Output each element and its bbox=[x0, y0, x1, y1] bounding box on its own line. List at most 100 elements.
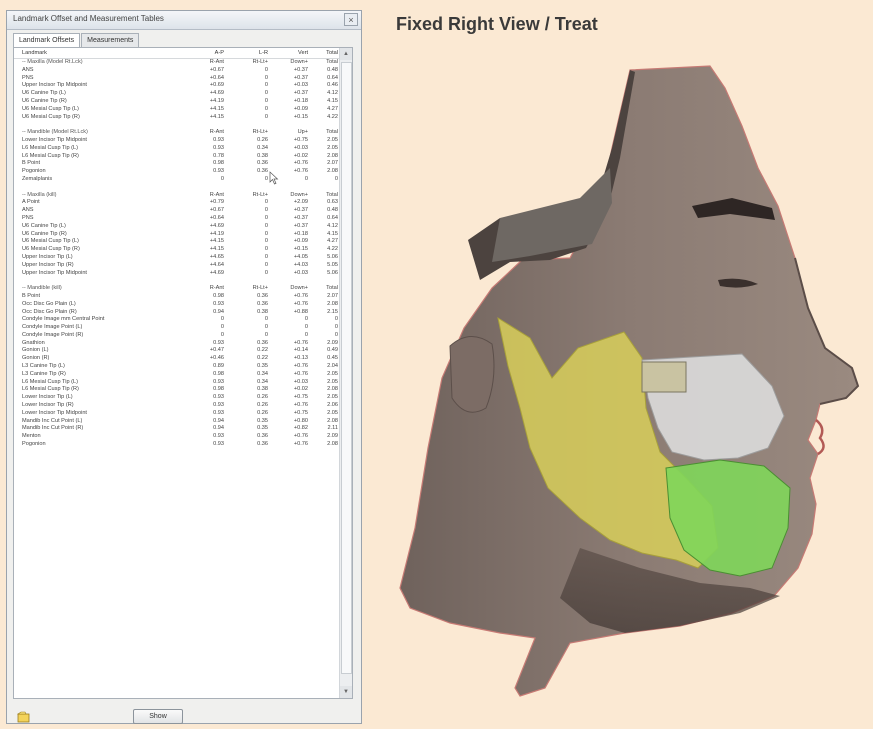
table-row[interactable]: Zemalplanis 0 0 0 0 bbox=[14, 176, 340, 184]
scrollbar-thumb[interactable] bbox=[341, 62, 352, 674]
table-row[interactable]: ANS +0.67 0 +0.37 0.48 bbox=[14, 67, 340, 75]
column-header-landmark[interactable]: Landmark bbox=[22, 48, 162, 58]
table-cell: 0.36 bbox=[257, 339, 268, 346]
table-row[interactable]: Lower Incisor Tip (R) 0.93 0.26 +0.76 2.06 bbox=[14, 402, 340, 410]
face-scan-3d-view[interactable] bbox=[380, 48, 870, 718]
table-cell: 0.38 bbox=[257, 386, 268, 393]
table-cell: 0 bbox=[264, 113, 268, 120]
table-cell: +0.37 bbox=[293, 74, 308, 81]
table-row[interactable]: Mandib Inc Cut Point (R) 0.94 0.35 +0.82 2.1… bbox=[14, 425, 340, 433]
table-cell: 0 bbox=[264, 214, 268, 221]
table-row[interactable]: A Point +0.79 0 +2.09 0.63 bbox=[14, 199, 340, 207]
table-cell: Condyle Image Point (L) bbox=[22, 324, 83, 331]
table-row[interactable]: B Point 0.98 0.36 +0.76 2.07 bbox=[14, 293, 340, 301]
table-cell: 2.06 bbox=[327, 402, 338, 409]
table-row[interactable]: Gnathion 0.93 0.36 +0.76 2.09 bbox=[14, 340, 340, 348]
table-cell: +4.69 bbox=[209, 222, 224, 229]
table-cell: +4.69 bbox=[209, 269, 224, 276]
export-icon[interactable] bbox=[17, 711, 31, 723]
table-row[interactable]: Condyle Image mm Central Point 0 0 0 0 bbox=[14, 316, 340, 324]
close-button[interactable]: × bbox=[344, 13, 358, 26]
table-row[interactable]: U6 Canine Tip (L) +4.69 0 +0.37 4.12 bbox=[14, 90, 340, 98]
table-cell: 0.93 bbox=[213, 409, 224, 416]
table-cell: 0.64 bbox=[327, 214, 338, 221]
table-row[interactable]: Gonion (L) +0.47 0.22 +0.14 0.49 bbox=[14, 347, 340, 355]
table-row[interactable]: Lower Incisor Tip Midpoint 0.93 0.26 +0.75 2… bbox=[14, 410, 340, 418]
table-row[interactable]: Lower Incisor Tip (L) 0.93 0.26 +0.75 2.05 bbox=[14, 394, 340, 402]
scroll-down-icon[interactable]: ▼ bbox=[340, 686, 352, 698]
table-cell: 0 bbox=[264, 82, 268, 89]
scroll-up-icon[interactable]: ▲ bbox=[340, 48, 352, 60]
table-row[interactable]: Condyle Image Point (L) 0 0 0 0 bbox=[14, 324, 340, 332]
table-cell: 0 bbox=[264, 324, 268, 331]
table-row[interactable]: Occ Disc Go Plain (R) 0.94 0.38 +0.88 2.15 bbox=[14, 309, 340, 317]
table-section-header[interactable]: -- Maxilla (kill) R-Ant Rt-Lt+ Down+ Total bbox=[14, 192, 340, 200]
table-cell: +0.03 bbox=[293, 82, 308, 89]
table-row[interactable]: Occ Disc Go Plain (L) 0.93 0.36 +0.76 2.08 bbox=[14, 301, 340, 309]
table-cell: R-Ant bbox=[209, 59, 224, 65]
table-cell: 0 bbox=[264, 261, 268, 268]
table-row[interactable]: L6 Mesial Cusp Tip (R) 0.78 0.38 +0.02 2.08 bbox=[14, 153, 340, 161]
table-section-header[interactable]: -- Maxilla (Model Rt.Lck) R-Ant Rt-Lt+ Down… bbox=[14, 59, 340, 67]
table-cell: 2.05 bbox=[327, 370, 338, 377]
table-row[interactable]: Menton 0.93 0.36 +0.76 2.09 bbox=[14, 433, 340, 441]
table-cell: +2.09 bbox=[293, 199, 308, 206]
column-header-ap[interactable]: A-P bbox=[194, 48, 224, 58]
table-row[interactable]: Mandib Inc Cut Point (L) 0.94 0.35 +0.80 2.0… bbox=[14, 418, 340, 426]
show-button[interactable]: Show bbox=[133, 709, 183, 724]
table-row[interactable]: U6 Canine Tip (R) +4.19 0 +0.18 4.15 bbox=[14, 231, 340, 239]
table-row[interactable]: U6 Mesial Cusp Tip (R) +4.15 0 +0.15 4.22 bbox=[14, 114, 340, 122]
table-row[interactable]: L3 Canine Tip (L) 0.89 0.35 +0.76 2.04 bbox=[14, 363, 340, 371]
table-row[interactable]: L6 Mesial Cusp Tip (L) 0.93 0.34 +0.03 2.05 bbox=[14, 379, 340, 387]
table-row[interactable]: PNS +0.64 0 +0.37 0.64 bbox=[14, 75, 340, 83]
table-cell: +0.64 bbox=[209, 74, 224, 81]
table-row[interactable]: Pogonion 0.93 0.36 +0.76 2.08 bbox=[14, 168, 340, 176]
column-header-lr[interactable]: L-R bbox=[242, 48, 268, 58]
tab-measurements[interactable]: Measurements bbox=[81, 33, 140, 47]
table-cell: +0.76 bbox=[293, 441, 308, 448]
table-row[interactable]: Upper Incisor Tip Midpoint +4.69 0 +0.03 5.0… bbox=[14, 270, 340, 278]
table-cell: 0.93 bbox=[213, 433, 224, 440]
table-row[interactable]: Upper Incisor Tip Midpoint +0.69 0 +0.03 0.4… bbox=[14, 82, 340, 90]
table-cell: -- Maxilla (kill) bbox=[22, 191, 57, 198]
table-row[interactable]: Lower Incisor Tip Midpoint 0.93 0.26 +0.75 2… bbox=[14, 137, 340, 145]
table-row[interactable]: L3 Canine Tip (R) 0.98 0.34 +0.76 2.05 bbox=[14, 371, 340, 379]
table-cell: Upper Incisor Tip Midpoint bbox=[22, 269, 87, 276]
table-cell: +0.82 bbox=[293, 425, 308, 432]
table-row[interactable]: U6 Canine Tip (R) +4.19 0 +0.18 4.15 bbox=[14, 98, 340, 106]
table-cell: +0.69 bbox=[209, 82, 224, 89]
table-cell: +4.05 bbox=[293, 253, 308, 260]
table-row[interactable]: L6 Mesial Cusp Tip (L) 0.93 0.34 +0.03 2.05 bbox=[14, 145, 340, 153]
table-cell: 0.34 bbox=[257, 370, 268, 377]
tab-landmark-offsets[interactable]: Landmark Offsets bbox=[13, 33, 81, 48]
table-section-header[interactable]: -- Mandible (Model Rt.Lck) R-Ant Rt-Lt+ Up+… bbox=[14, 129, 340, 137]
table-row[interactable]: Condyle Image Point (R) 0 0 0 0 bbox=[14, 332, 340, 340]
table-cell: +0.03 bbox=[293, 269, 308, 276]
vertical-scrollbar[interactable]: ▲ ▼ bbox=[339, 48, 352, 698]
table-cell: +0.37 bbox=[293, 207, 308, 214]
table-cell: U6 Canine Tip (R) bbox=[22, 230, 67, 237]
table-row[interactable]: Upper Incisor Tip (R) +4.64 0 +4.03 5.05 bbox=[14, 262, 340, 270]
table-row[interactable]: PNS +0.64 0 +0.37 0.64 bbox=[14, 215, 340, 223]
table-row[interactable]: U6 Canine Tip (L) +4.69 0 +0.37 4.12 bbox=[14, 223, 340, 231]
table-cell: 0 bbox=[334, 316, 338, 323]
table-cell: 0.36 bbox=[257, 441, 268, 448]
table-row[interactable]: U6 Mesial Cusp Tip (L) +4.15 0 +0.09 4.27 bbox=[14, 106, 340, 114]
table-cell: 0 bbox=[304, 316, 308, 323]
table-row[interactable]: Upper Incisor Tip (L) +4.65 0 +4.05 5.06 bbox=[14, 254, 340, 262]
column-header-total[interactable]: Total bbox=[314, 48, 338, 58]
table-row[interactable]: U6 Mesial Cusp Tip (R) +4.15 0 +0.15 4.22 bbox=[14, 246, 340, 254]
table-row[interactable]: Pogonion 0.93 0.36 +0.76 2.08 bbox=[14, 441, 340, 449]
table-row[interactable]: L6 Mesial Cusp Tip (R) 0.98 0.38 +0.02 2.08 bbox=[14, 386, 340, 394]
table-row[interactable]: U6 Mesial Cusp Tip (L) +4.15 0 +0.09 4.27 bbox=[14, 238, 340, 246]
table-row[interactable]: Gonion (R) +0.46 0.22 +0.13 0.45 bbox=[14, 355, 340, 363]
table-row[interactable]: B Point 0.98 0.36 +0.76 2.07 bbox=[14, 160, 340, 168]
table-cell: Gonion (L) bbox=[22, 347, 49, 354]
dialog-titlebar: Landmark Offset and Measurement Tables × bbox=[7, 11, 361, 30]
column-header-vert[interactable]: Vert bbox=[278, 48, 308, 58]
table-cell: 0.34 bbox=[257, 144, 268, 151]
table-cell: +0.13 bbox=[293, 355, 308, 362]
table-section-header[interactable]: -- Mandible (kill) R-Ant Rt-Lt+ Down+ Total bbox=[14, 285, 340, 293]
table-row[interactable]: ANS +0.67 0 +0.37 0.48 bbox=[14, 207, 340, 215]
